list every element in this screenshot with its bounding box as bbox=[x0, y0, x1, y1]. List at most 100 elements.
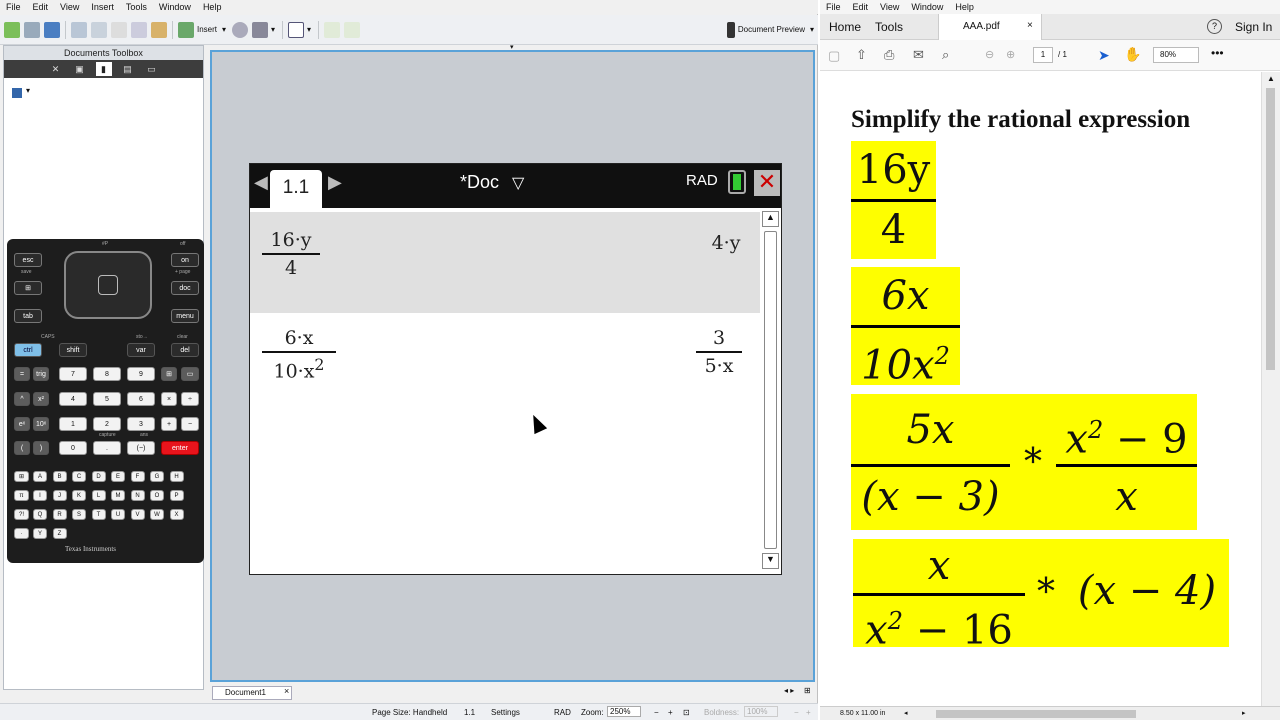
insert-icon[interactable] bbox=[178, 21, 194, 38]
letter-key-s[interactable]: S bbox=[72, 509, 86, 520]
key-2[interactable]: 2 bbox=[93, 417, 121, 431]
menu-view[interactable]: View bbox=[54, 2, 85, 12]
email-icon[interactable]: ✉ bbox=[913, 47, 924, 63]
print-icon[interactable]: ⎙ bbox=[884, 47, 894, 63]
insert-menu-button[interactable]: Insert bbox=[197, 25, 217, 34]
letter-key-q[interactable]: Q bbox=[33, 509, 47, 520]
scroll-left-icon[interactable]: ◂ bbox=[904, 709, 908, 717]
home-tab[interactable]: Home bbox=[829, 20, 861, 34]
symbol-key[interactable]: ⊞ bbox=[14, 471, 29, 482]
letter-key-r[interactable]: R bbox=[52, 509, 67, 520]
catalog-key[interactable]: ▭ bbox=[181, 367, 199, 381]
open-icon[interactable] bbox=[24, 21, 40, 38]
letter-key-u[interactable]: U bbox=[111, 509, 125, 520]
copy-icon[interactable] bbox=[131, 21, 147, 38]
scroll-thumb[interactable] bbox=[764, 231, 777, 549]
back-arrow-icon[interactable] bbox=[324, 21, 341, 38]
esc-key[interactable]: esc bbox=[14, 253, 42, 267]
next-page-icon[interactable]: ▶ bbox=[328, 172, 342, 193]
del-key[interactable]: del bbox=[171, 343, 199, 357]
menu-window[interactable]: Window bbox=[905, 2, 949, 12]
exp-key[interactable]: eˣ bbox=[14, 417, 30, 431]
menu-file[interactable]: File bbox=[820, 2, 847, 12]
letter-key-i[interactable]: I bbox=[33, 490, 47, 501]
page-layout-icon[interactable] bbox=[288, 21, 305, 38]
history-scrollbar[interactable]: ▲ ▼ bbox=[762, 211, 780, 573]
variables-icon[interactable] bbox=[232, 21, 249, 38]
letter-key-w[interactable]: W bbox=[150, 509, 164, 520]
shift-key[interactable]: shift bbox=[59, 343, 87, 357]
tab-key[interactable]: tab bbox=[14, 309, 42, 323]
letter-key-g[interactable]: G bbox=[150, 471, 164, 482]
prev-page-icon[interactable]: ⊖ bbox=[985, 48, 994, 61]
letter-key-l[interactable]: L bbox=[91, 490, 106, 501]
utilities-icon[interactable]: ▤ bbox=[120, 62, 136, 76]
help-icon[interactable]: ? bbox=[1207, 19, 1222, 34]
symbol-key[interactable]: · bbox=[14, 528, 29, 539]
zoom-out-icon[interactable]: − bbox=[654, 708, 659, 717]
zoom-in-icon[interactable]: + bbox=[668, 708, 673, 717]
menu-insert[interactable]: Insert bbox=[85, 2, 120, 12]
letter-key-z[interactable]: Z bbox=[52, 528, 67, 539]
letter-key-e[interactable]: E bbox=[111, 471, 125, 482]
touchpad[interactable] bbox=[64, 251, 152, 319]
plus-key[interactable]: + bbox=[161, 417, 177, 431]
letter-key-f[interactable]: F bbox=[130, 471, 145, 482]
scroll-up-icon[interactable]: ▲ bbox=[1267, 74, 1275, 83]
letter-key-p[interactable]: P bbox=[169, 490, 184, 501]
pow-key[interactable]: ^ bbox=[14, 392, 30, 406]
save-icon[interactable]: ▢ bbox=[828, 48, 840, 64]
more-icon[interactable]: ••• bbox=[1211, 46, 1224, 60]
ctrl-key[interactable]: ctrl bbox=[14, 343, 42, 357]
paste-icon[interactable] bbox=[151, 21, 167, 38]
letter-key-k[interactable]: K bbox=[72, 490, 86, 501]
letter-key-y[interactable]: Y bbox=[33, 528, 47, 539]
undo-icon[interactable] bbox=[71, 21, 87, 38]
menu-file[interactable]: File bbox=[0, 2, 27, 12]
forward-arrow-icon[interactable] bbox=[344, 21, 361, 38]
fit-icon[interactable]: ⊡ bbox=[683, 708, 690, 717]
page-sorter-icon[interactable]: ▣ bbox=[72, 62, 88, 76]
bold-minus-icon[interactable]: − bbox=[794, 708, 799, 717]
menu-edit[interactable]: Edit bbox=[847, 2, 875, 12]
page-size-status[interactable]: Page Size: Handheld bbox=[372, 708, 447, 717]
content-explorer-icon[interactable]: ▭ bbox=[144, 62, 160, 76]
scratchpad-key[interactable]: ⊞ bbox=[14, 281, 42, 295]
menu-help[interactable]: Help bbox=[197, 2, 228, 12]
history-entry-selected[interactable] bbox=[250, 212, 760, 313]
var-key[interactable]: var bbox=[127, 343, 155, 357]
template-key[interactable]: ⊞ bbox=[161, 367, 177, 381]
doc-title[interactable]: *Doc bbox=[460, 172, 499, 193]
cut-icon[interactable] bbox=[111, 21, 127, 38]
bold-plus-icon[interactable]: + bbox=[806, 708, 811, 717]
rparen-key[interactable]: ) bbox=[33, 441, 49, 455]
new-document-icon[interactable] bbox=[4, 21, 20, 38]
close-tab-icon[interactable]: × bbox=[284, 686, 289, 696]
chevron-down-icon[interactable]: ▾ bbox=[307, 25, 311, 34]
next-page-icon[interactable]: ⊕ bbox=[1006, 48, 1015, 61]
file-tab[interactable]: AAA.pdf × bbox=[938, 14, 1042, 40]
select-tool-icon[interactable]: ➤ bbox=[1098, 47, 1110, 64]
menu-view[interactable]: View bbox=[874, 2, 905, 12]
key-9[interactable]: 9 bbox=[127, 367, 155, 381]
letter-key-b[interactable]: B bbox=[52, 471, 67, 482]
letter-key-x[interactable]: X bbox=[169, 509, 184, 520]
letter-key-d[interactable]: D bbox=[91, 471, 106, 482]
minus-key[interactable]: − bbox=[181, 417, 199, 431]
letter-key-v[interactable]: V bbox=[130, 509, 145, 520]
letter-key-m[interactable]: M bbox=[111, 490, 125, 501]
letter-key-c[interactable]: C bbox=[72, 471, 86, 482]
scroll-right-icon[interactable]: ▸ bbox=[1242, 709, 1246, 717]
menu-key[interactable]: menu bbox=[171, 309, 199, 323]
zoom-select[interactable]: 80% bbox=[1153, 47, 1199, 63]
pdf-scrollbar[interactable]: ▲ bbox=[1261, 72, 1280, 706]
boldness-select[interactable]: 100% bbox=[744, 706, 779, 717]
enter-key[interactable]: enter bbox=[161, 441, 199, 455]
chevron-down-icon[interactable]: ▾ bbox=[222, 25, 226, 34]
key-5[interactable]: 5 bbox=[93, 392, 121, 406]
negative-key[interactable]: (−) bbox=[127, 441, 155, 455]
doc-dropdown-icon[interactable]: ▽ bbox=[512, 173, 524, 193]
horizontal-scroll-thumb[interactable] bbox=[936, 710, 1136, 718]
prev-page-icon[interactable]: ◀ bbox=[254, 172, 268, 193]
menu-help[interactable]: Help bbox=[949, 2, 980, 12]
